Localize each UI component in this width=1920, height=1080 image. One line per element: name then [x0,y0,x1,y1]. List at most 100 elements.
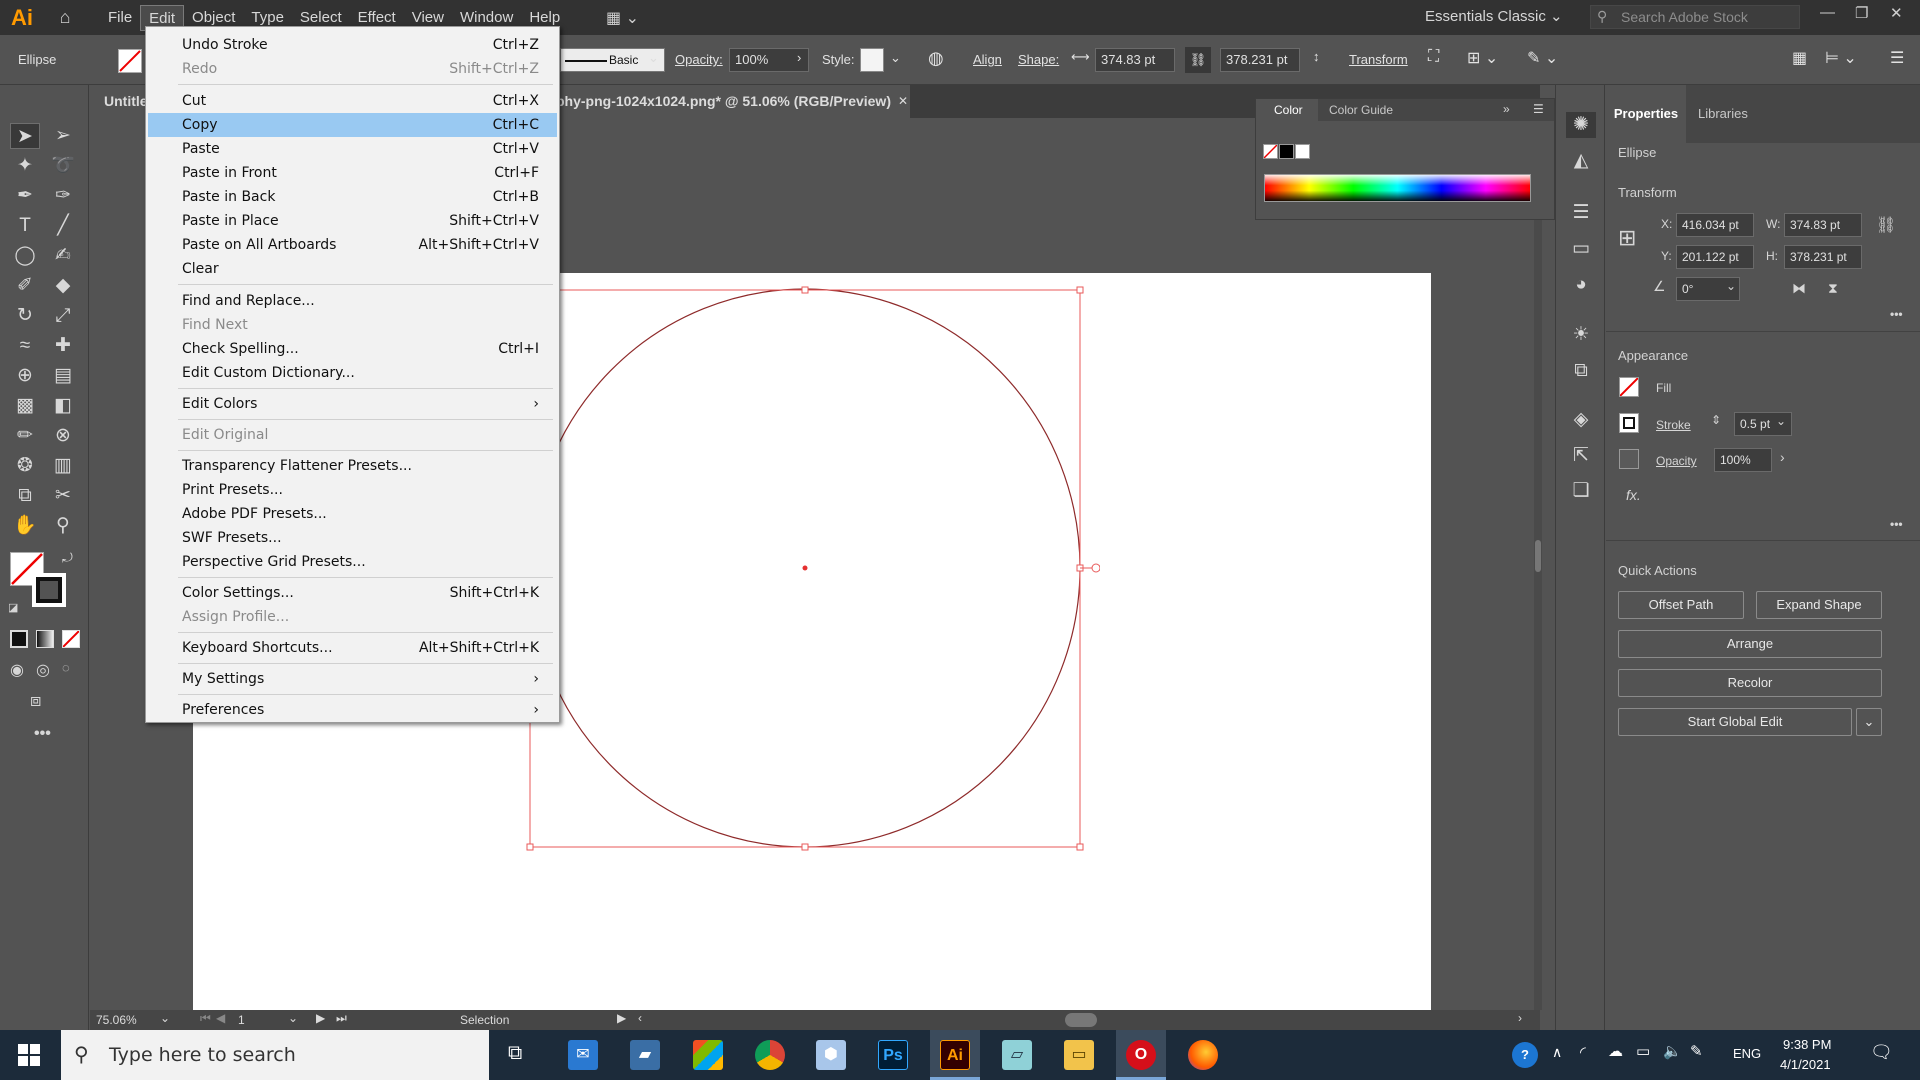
scroll-right-icon[interactable]: › [1518,1011,1522,1025]
battery-tray-icon[interactable]: ▭ [1636,1042,1650,1060]
appearance-panel-icon[interactable]: ☀ [1566,322,1596,348]
menu-item-clear[interactable]: Clear [148,257,557,281]
direct-selection-tool-icon[interactable]: ➢ [48,123,78,149]
white-swatch[interactable] [1295,144,1310,159]
height-field[interactable]: 378.231 pt [1220,48,1300,72]
tab-color[interactable]: Color [1256,99,1318,121]
illustrator-app-icon[interactable]: Ai [940,1040,970,1070]
photoshop-app-icon[interactable]: Ps [878,1040,908,1070]
taskbar-search-input[interactable]: Type here to search [61,1030,489,1080]
network-tray-icon[interactable]: ◜ [1580,1043,1586,1061]
firefox-app-icon[interactable] [1188,1040,1218,1070]
h-field[interactable]: 378.231 pt [1784,245,1862,269]
menu-item-undo-stroke[interactable]: Undo Stroke Ctrl+Z [148,33,557,57]
x-field[interactable]: 416.034 pt [1676,213,1754,237]
scale-tool-icon[interactable]: ⤢ [48,303,78,329]
opacity-label[interactable]: Opacity: [675,52,723,67]
graphic-styles-panel-icon[interactable]: ⧉ [1566,358,1596,384]
minimize-icon[interactable]: — [1820,4,1835,21]
panel-menu-icon[interactable]: ▦ [1792,48,1807,68]
workspace-switcher[interactable]: Essentials Classic ⌄ [1425,7,1563,25]
paintbrush-tool-icon[interactable]: ✍ [48,243,78,269]
menu-item-paste-in-place[interactable]: Paste in Place Shift+Ctrl+V [148,209,557,233]
black-swatch[interactable] [1279,144,1294,159]
line-tool-icon[interactable]: ╱ [48,213,78,239]
artboard-dropdown-icon[interactable]: ⌄ [288,1011,298,1025]
puppet-warp-tool-icon[interactable]: ✚ [48,333,78,359]
w-field[interactable]: 374.83 pt [1784,213,1862,237]
status-arrow-icon[interactable]: ▶ [617,1011,626,1025]
menu-item-my-settings[interactable]: My Settings › [148,667,557,691]
mail-app-icon[interactable]: ✉ [568,1040,598,1070]
menu-item-edit-custom-dictionary[interactable]: Edit Custom Dictionary... [148,361,557,385]
rotate-dropdown-icon[interactable]: ⌄ [1726,279,1736,293]
start-global-edit-button[interactable]: Start Global Edit [1618,708,1852,736]
fill-swatch[interactable] [118,49,142,73]
flip-vertical-icon[interactable]: ⧗ [1828,280,1838,297]
style-dropdown-icon[interactable]: ⌄ [890,50,901,66]
magic-wand-tool-icon[interactable]: ✦ [10,153,40,179]
stroke-link[interactable]: Stroke [1656,418,1691,432]
stroke-stepper-icon[interactable]: ⇕ [1711,413,1721,427]
recolor-artwork-icon[interactable]: ◍ [928,48,944,69]
properties-panel-icon[interactable]: ✺ [1566,112,1596,138]
more-appearance-icon[interactable]: ••• [1890,517,1903,531]
style-swatch[interactable] [860,48,884,72]
none-mode-icon[interactable] [62,630,80,648]
prev-artboard-icon[interactable]: ◀ [216,1011,225,1025]
symbol-sprayer-tool-icon[interactable]: ❂ [10,453,40,479]
menu-item-paste[interactable]: Paste Ctrl+V [148,137,557,161]
ellipse-tool-icon[interactable]: ◯ [10,243,40,269]
help-tray-icon[interactable]: ? [1512,1042,1538,1068]
opera-app-icon[interactable]: O [1126,1040,1156,1070]
distribute-icon[interactable]: ⊨ ⌄ [1825,48,1857,68]
windows-start-icon[interactable] [18,1044,40,1066]
width-field[interactable]: 374.83 pt [1095,48,1175,72]
curvature-tool-icon[interactable]: ✑ [48,183,78,209]
isolate-icon[interactable]: ⛶ [1428,48,1439,66]
zoom-tool-icon[interactable]: ⚲ [48,513,78,539]
volume-tray-icon[interactable]: 🔈 [1663,1042,1682,1060]
recolor-button[interactable]: Recolor [1618,669,1882,697]
fx-icon[interactable]: fx. [1626,487,1641,503]
stroke-swatch-prop[interactable] [1619,413,1639,433]
arrange-button[interactable]: Arrange [1618,630,1882,658]
pen-tray-icon[interactable]: ✎ [1690,1042,1703,1060]
menu-item-perspective-grid-presets[interactable]: Perspective Grid Presets... [148,550,557,574]
fill-swatch-prop[interactable] [1619,377,1639,397]
perspective-grid-tool-icon[interactable]: ▤ [48,363,78,389]
eraser-tool-icon[interactable]: ◆ [48,273,78,299]
stroke-panel-icon[interactable]: ☰ [1566,200,1596,226]
gradient-swatch-panel-icon[interactable]: ▭ [1566,236,1596,262]
gradient-mode-icon[interactable] [36,630,54,648]
swap-fill-stroke-icon[interactable]: ⤾ [62,550,73,566]
file-explorer-icon[interactable]: ▭ [1064,1040,1094,1070]
color-mode-icon[interactable] [10,630,28,648]
global-edit-dropdown[interactable]: ⌄ [1856,708,1882,736]
task-view-icon[interactable]: ⧉ [508,1042,522,1065]
clock-time[interactable]: 9:38 PM [1783,1037,1831,1052]
menu-item-cut[interactable]: Cut Ctrl+X [148,89,557,113]
export-panel-icon[interactable]: ⇱ [1566,443,1596,469]
flip-horizontal-icon[interactable]: ⧓ [1792,280,1806,297]
app-logo[interactable]: Ai [0,5,44,31]
tab-properties[interactable]: Properties [1606,85,1686,143]
constrain-link-icon[interactable]: ⛓ [1185,47,1211,73]
gradient-tool-icon[interactable]: ◧ [48,393,78,419]
tray-chevron-icon[interactable]: ∧ [1552,1044,1562,1061]
constrain-proportions-icon[interactable]: ⛓ [1876,215,1896,235]
horizontal-scroll-thumb[interactable] [1065,1013,1097,1027]
notes-app-icon[interactable]: ▱ [1002,1040,1032,1070]
profile-dropdown-icon[interactable]: ⌄ [648,50,659,66]
default-fill-stroke-icon[interactable]: ◪ [8,601,18,614]
menu-item-copy[interactable]: Copy Ctrl+C [148,113,557,137]
tab-libraries[interactable]: Libraries [1698,85,1748,143]
chevron-right-icon[interactable]: › [797,50,801,65]
next-artboard-icon[interactable]: ▶ [316,1011,325,1025]
draw-normal-icon[interactable]: ◉ [10,660,24,680]
control-menu-icon[interactable]: ☰ [1890,48,1904,68]
align-options-icon[interactable]: ⊞ ⌄ [1467,48,1498,68]
type-tool-icon[interactable]: T [10,213,40,239]
zoom-field[interactable]: 75.06% [96,1013,137,1027]
menu-item-check-spelling[interactable]: Check Spelling... Ctrl+I [148,337,557,361]
